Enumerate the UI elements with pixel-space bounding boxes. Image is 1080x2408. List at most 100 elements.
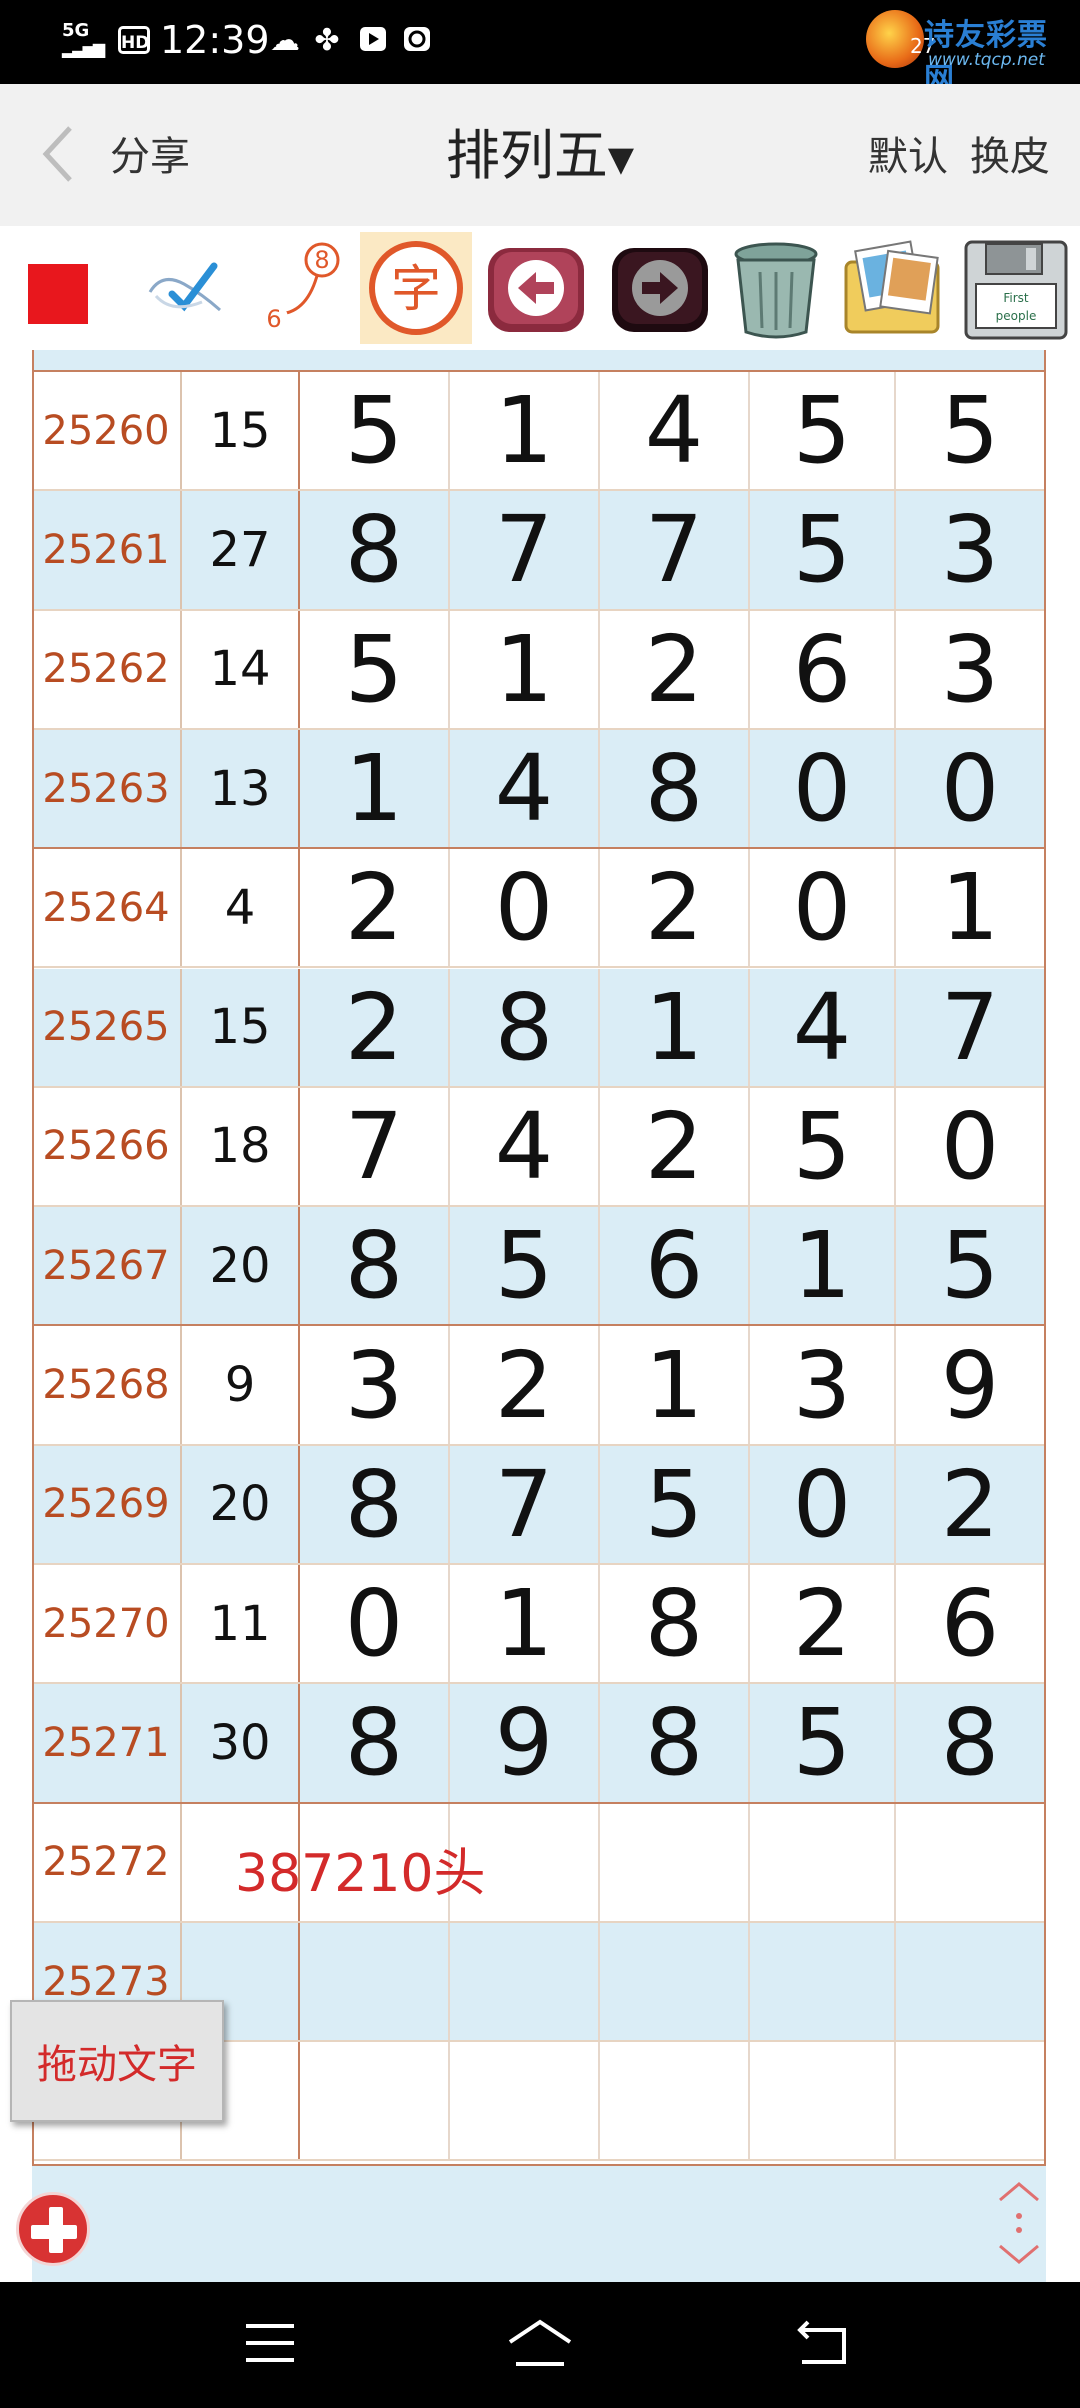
back-nav-icon[interactable] [796, 2318, 850, 2368]
signal-bars-icon: ▂▃▅▆ [62, 39, 105, 58]
table-row[interactable]: 25261 27 8 7 7 5 3 [32, 491, 1046, 611]
draw-digit-3: 2 [600, 1087, 750, 1206]
issue-number: 25262 [32, 610, 182, 728]
digit-sum: 30 [182, 1684, 300, 1802]
back-arrow-icon [488, 248, 584, 332]
connect-from-label: 6 [266, 305, 281, 333]
color-swatch-button[interactable] [0, 232, 112, 344]
redo-button[interactable] [604, 232, 716, 344]
draw-digit-1: 2 [300, 968, 450, 1086]
draw-digit-3: 8 [600, 1565, 750, 1683]
site-logo: 27 诗友彩票网 www.tqcp.net [866, 6, 1066, 97]
menu-icon[interactable] [244, 2320, 296, 2366]
draw-digit-2: 1 [450, 1565, 600, 1683]
handwritten-note[interactable]: 387210头 [235, 1842, 486, 1906]
draw-digit-5: 9 [940, 1331, 1000, 1439]
draw-digit-3 [600, 1922, 750, 2041]
system-nav-bar [0, 2282, 1080, 2408]
draw-digit-2: 7 [450, 491, 600, 609]
digit-sum: 15 [182, 968, 300, 1086]
draw-digit-2: 9 [450, 1684, 600, 1802]
draw-digit-3: 1 [600, 1326, 750, 1444]
pinwheel-icon: ✤ [314, 23, 340, 58]
connect-tool[interactable]: 8 6 [250, 232, 362, 344]
pen-check-icon [148, 262, 221, 312]
save-label-1: First [1003, 291, 1029, 305]
table-row[interactable]: 25260 15 5 1 4 5 5 [32, 372, 1046, 492]
draw-digit-4: 5 [750, 1087, 896, 1206]
default-button[interactable]: 默认 [868, 132, 948, 182]
drag-text-button[interactable]: 拖动文字 [10, 2000, 224, 2122]
undo-button[interactable] [480, 232, 592, 344]
digit-sum: 18 [182, 1087, 300, 1206]
draw-digit-5: 5 [940, 377, 1000, 485]
draw-digit-5: 0 [940, 1092, 1000, 1200]
issue-number: 25271 [32, 1684, 182, 1802]
clock-time: 12:39 [160, 18, 270, 62]
pen-check-tool[interactable] [132, 232, 244, 344]
red-swatch [28, 264, 88, 324]
table-row[interactable]: 25264 4 2 0 2 0 1 [32, 849, 1046, 969]
draw-digit-1: 5 [300, 372, 450, 490]
draw-digit-2: 8 [450, 968, 600, 1086]
draw-digit-4: 0 [750, 849, 896, 967]
hd-icon: HD [118, 26, 150, 54]
draw-digit-2: 4 [450, 1087, 600, 1206]
draw-digit-3: 2 [600, 610, 750, 728]
draw-digit-4: 2 [750, 1565, 896, 1683]
draw-digit-2: 1 [450, 372, 600, 490]
delete-button[interactable] [720, 232, 832, 344]
digit-sum: 20 [182, 1207, 300, 1325]
table-row[interactable]: 25263 13 1 4 8 0 0 [32, 729, 1046, 850]
digit-sum: 13 [182, 729, 300, 848]
table-row[interactable]: 25262 14 5 1 2 6 3 [32, 610, 1046, 730]
draw-digit-3: 4 [600, 372, 750, 490]
bottom-panel [32, 2164, 1046, 2282]
connect-numbers-icon: 8 6 [260, 242, 340, 333]
table-row[interactable]: 25266 18 7 4 2 5 0 [32, 1087, 1046, 1208]
status-bar: 5G ▂▃▅▆ HD 12:39 ☁ ✤ 27 诗友彩票网 www.tqcp.n… [0, 0, 1080, 97]
draw-digit-4: 6 [750, 610, 896, 728]
home-icon[interactable] [506, 2318, 574, 2368]
table-row[interactable]: 25267 20 8 5 6 1 5 [32, 1207, 1046, 1327]
draw-digit-2: 0 [450, 849, 600, 967]
draw-digit-4: 3 [750, 1326, 896, 1444]
draw-table[interactable]: 25260 15 5 1 4 5 5 25261 27 8 7 7 5 3 25262 14 5 1 2 6 3 2526… [32, 350, 1046, 2164]
draw-digit-1: 1 [300, 729, 450, 848]
issue-number: 25265 [32, 968, 182, 1086]
table-row[interactable]: 25270 11 0 1 8 2 6 [32, 1565, 1046, 1685]
table-row[interactable]: 25269 20 8 7 5 0 2 [32, 1445, 1046, 1565]
table-row[interactable]: 25265 15 2 8 1 4 7 [32, 968, 1046, 1088]
draw-digit-5: 8 [940, 1689, 1000, 1797]
draw-digit-1: 0 [300, 1565, 450, 1683]
character-tool[interactable]: 字 [360, 232, 472, 344]
table-row[interactable]: 25271 30 8 9 8 5 8 [32, 1684, 1046, 1804]
draw-digit-3: 8 [600, 1684, 750, 1802]
issue-number: 25264 [32, 849, 182, 967]
draw-digit-4: 0 [750, 1445, 896, 1563]
change-skin-button[interactable]: 换皮 [970, 132, 1050, 182]
dropdown-triangle-icon: ▼ [607, 139, 635, 180]
draw-digit-2: 1 [450, 610, 600, 728]
app-notification-icon [400, 24, 434, 58]
draw-digit-5 [896, 2042, 1044, 2159]
draw-digit-4: 5 [750, 491, 896, 609]
draw-digit-2 [450, 2042, 600, 2160]
draw-digit-5: 6 [940, 1570, 1000, 1678]
draw-digit-5: 2 [940, 1450, 1000, 1558]
title-bar: 分享 排列五▼ 默认 换皮 [0, 84, 1080, 226]
digit-sum: 11 [182, 1565, 300, 1683]
add-icon[interactable] [16, 2192, 90, 2266]
cloud-icon: ☁ [270, 23, 300, 58]
photos-button[interactable] [836, 232, 948, 344]
draw-digit-2 [450, 1922, 600, 2041]
draw-digit-4: 4 [750, 968, 896, 1086]
digit-sum: 15 [182, 372, 300, 490]
draw-digit-3: 7 [600, 491, 750, 609]
table-row[interactable]: 25272 [32, 1803, 1046, 1923]
table-row[interactable]: 25268 9 3 2 1 3 9 [32, 1326, 1046, 1446]
save-button[interactable]: First people [960, 232, 1072, 344]
draw-digit-5: 1 [940, 854, 1000, 962]
draw-digit-5: 3 [940, 615, 1000, 723]
vertical-resize-icon[interactable] [992, 2178, 1046, 2268]
